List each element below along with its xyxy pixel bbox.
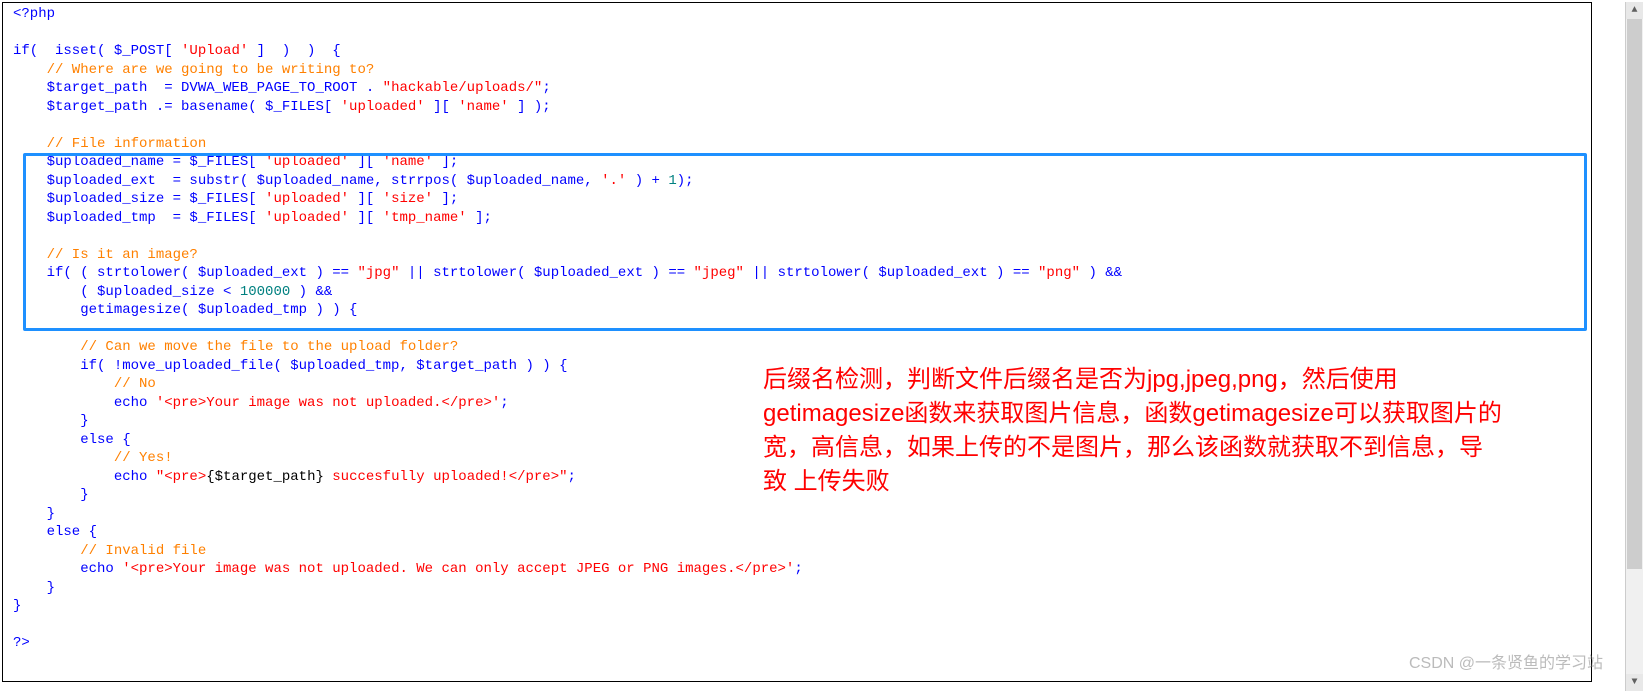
comment: // Is it an image?	[13, 247, 198, 263]
scroll-up-arrow-icon[interactable]: ▲	[1626, 2, 1643, 19]
php-close-tag: ?>	[13, 635, 30, 651]
php-open-tag: <?php	[13, 6, 55, 22]
scroll-down-arrow-icon[interactable]: ▼	[1626, 674, 1643, 691]
blank-line	[13, 116, 1581, 135]
blank-line	[13, 24, 1581, 43]
blank-line	[13, 227, 1581, 246]
comment: // Invalid file	[13, 543, 206, 559]
comment: // No	[13, 376, 156, 392]
comment: // File information	[13, 136, 206, 152]
blank-line	[13, 320, 1581, 339]
vertical-scrollbar[interactable]: ▲ ▼	[1625, 2, 1643, 691]
code-editor-area: <?php if( isset( $_POST[ 'Upload' ] ) ) …	[2, 2, 1592, 682]
blank-line	[13, 616, 1581, 635]
annotation-text: 后缀名检测，判断文件后缀名是否为jpg,jpeg,png，然后使用getimag…	[763, 363, 1503, 499]
comment: // Can we move the file to the upload fo…	[13, 339, 458, 355]
scroll-thumb[interactable]	[1627, 19, 1642, 569]
comment: // Yes!	[13, 450, 173, 466]
comment: // Where are we going to be writing to?	[13, 62, 374, 78]
